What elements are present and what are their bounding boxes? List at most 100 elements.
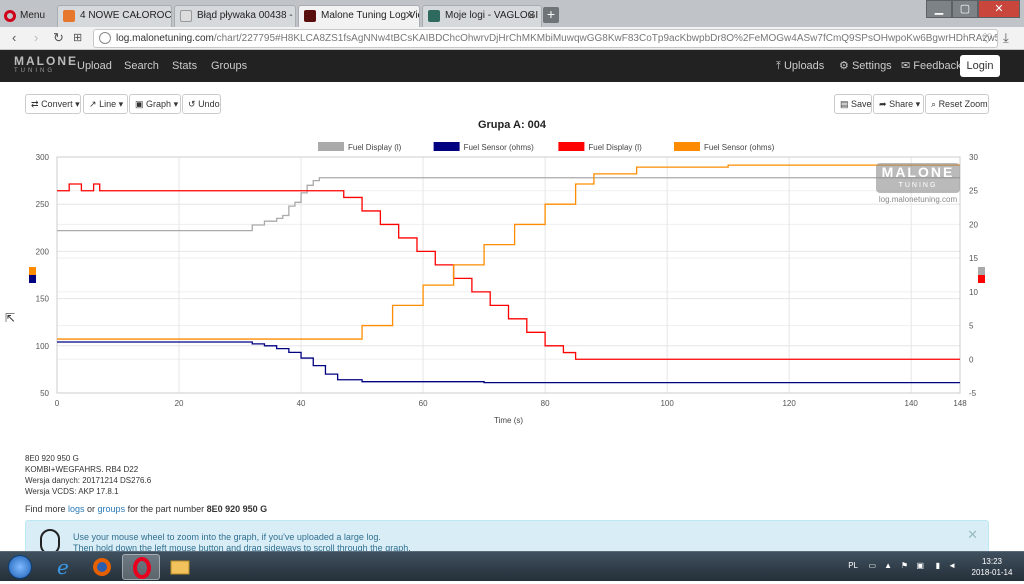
- line-dropdown[interactable]: ↗ Line ▾: [83, 94, 128, 114]
- graph-label: Graph: [146, 99, 172, 109]
- info-line: Wersja VCDS: AKP 17.8.1: [25, 487, 119, 496]
- nav-uploads-label: Uploads: [783, 60, 825, 72]
- nav-settings[interactable]: ⚙ Settings: [839, 50, 892, 82]
- y-right-tick-label: -5: [969, 389, 977, 398]
- close-tab-icon[interactable]: ✕: [405, 6, 414, 26]
- speed-dial-icon[interactable]: ⊞: [73, 30, 82, 46]
- reset-zoom-button[interactable]: ⌕ Reset Zoom: [925, 94, 989, 114]
- log-chart[interactable]: 50100150200250300-50510152025300 20 40 60 80…: [0, 136, 1024, 428]
- browser-tab[interactable]: 4 NOWE CAŁOROCZNE O: [57, 5, 172, 27]
- download-icon[interactable]: ⤓: [1003, 30, 1009, 46]
- device-icon[interactable]: ▣: [916, 561, 924, 570]
- flag-icon[interactable]: ⚑: [901, 561, 908, 570]
- minimize-icon[interactable]: ▁: [926, 0, 952, 18]
- find-more-text: Find more logs or groups for the part nu…: [25, 504, 267, 514]
- graph-dropdown[interactable]: ▣ Graph ▾: [129, 94, 181, 114]
- tab-title: Moje logi - VAGLOGI: [445, 10, 539, 21]
- convert-dropdown[interactable]: ⇄ Convert ▾: [25, 94, 81, 114]
- y-right-tick-label: 5: [969, 322, 974, 331]
- vaglogi-favicon-icon: [428, 10, 440, 22]
- zoom-icon: ⌕: [931, 99, 937, 109]
- x-tick-label: 140: [905, 399, 919, 408]
- keyboard-icon[interactable]: ▭: [868, 561, 876, 570]
- tray-arrow-icon[interactable]: ▲: [884, 561, 892, 570]
- y-right-tick-label: 20: [969, 220, 978, 229]
- right-axis-marker: [978, 275, 985, 283]
- opera-taskbar-icon[interactable]: [122, 554, 160, 580]
- windows-taskbar: e PL ▭ ▲ ⚑ ▣ ▮ ◄ 13:23 2018-01-14: [0, 551, 1024, 581]
- volume-icon[interactable]: ◄: [948, 561, 956, 570]
- nav-search[interactable]: Search: [124, 50, 159, 82]
- mouse-cursor-icon: ⇱: [5, 311, 16, 325]
- firefox-icon[interactable]: [83, 554, 121, 580]
- url-host: log.malonetuning.com: [116, 33, 214, 44]
- watermark-logo-text: MALONE: [881, 164, 955, 180]
- browser-tab-active[interactable]: Malone Tuning Log Viewe ✕: [298, 5, 420, 27]
- allegro-favicon-icon: [63, 10, 75, 22]
- reload-icon[interactable]: ↻: [53, 30, 64, 46]
- caret-down-icon: ▾: [75, 99, 80, 109]
- share-icon: ➦: [879, 99, 887, 109]
- nav-feedback-label: Feedback: [913, 60, 962, 72]
- y-left-tick-label: 50: [40, 389, 49, 398]
- share-dropdown[interactable]: ➦ Share ▾: [873, 94, 924, 114]
- nav-uploads[interactable]: ⤒ Uploads: [776, 50, 824, 82]
- close-window-icon[interactable]: ✕: [978, 0, 1020, 18]
- tab-title: 4 NOWE CAŁOROCZNE O: [80, 10, 172, 21]
- envelope-icon: ✉: [901, 60, 911, 72]
- x-tick-label: 60: [419, 399, 428, 408]
- right-axis-marker: [978, 267, 985, 275]
- internet-explorer-icon[interactable]: e: [45, 554, 83, 580]
- malone-favicon-icon: [304, 10, 316, 22]
- site-info-icon[interactable]: [99, 32, 111, 44]
- info-line: 8E0 920 950 G: [25, 454, 79, 463]
- url-input[interactable]: log.malonetuning.com/chart/227795#H8KLCA…: [93, 29, 998, 48]
- legend-swatch: [433, 142, 460, 151]
- nav-upload[interactable]: Upload: [77, 50, 112, 82]
- undo-button[interactable]: ↺ Undo: [182, 94, 221, 114]
- save-button[interactable]: ▤ Save: [834, 94, 872, 114]
- browser-tab[interactable]: Moje logi - VAGLOGI ✕: [422, 5, 542, 27]
- file-explorer-icon[interactable]: [161, 554, 199, 580]
- x-tick-label: 120: [782, 399, 796, 408]
- nav-groups[interactable]: Groups: [211, 50, 247, 82]
- groups-link[interactable]: groups: [98, 504, 126, 514]
- login-button[interactable]: Login: [960, 55, 1000, 77]
- caret-down-icon: ▾: [915, 99, 921, 109]
- tab-title: Błąd pływaka 00438 - Aud: [197, 10, 295, 21]
- clock-time: 13:23: [981, 557, 1003, 566]
- x-tick-label: 40: [297, 399, 306, 408]
- y-right-tick-label: 15: [969, 254, 978, 263]
- legend-label: Fuel Display (l): [348, 143, 402, 152]
- back-icon[interactable]: ‹: [12, 30, 16, 46]
- x-tick-label: 20: [175, 399, 184, 408]
- clock-date: 2018-01-14: [971, 568, 1013, 577]
- watermark-url: log.malonetuning.com: [878, 195, 958, 204]
- opera-menu-button[interactable]: Menu: [0, 5, 55, 27]
- chart-title: Grupa A: 004: [477, 119, 547, 131]
- start-button[interactable]: [8, 555, 32, 579]
- caret-down-icon: ▾: [173, 99, 179, 109]
- maximize-icon[interactable]: ▢: [952, 0, 978, 18]
- clock[interactable]: 13:23 2018-01-14: [968, 556, 1016, 578]
- nav-feedback[interactable]: ✉ Feedback: [901, 50, 962, 82]
- left-axis-marker: [29, 275, 36, 283]
- malone-tuning-logo[interactable]: MALONE TUNING: [14, 55, 78, 76]
- browser-tab[interactable]: Błąd pływaka 00438 - Aud: [174, 5, 296, 27]
- y-left-tick-label: 250: [36, 200, 50, 209]
- line-label: Line: [99, 99, 117, 109]
- legend-label: Fuel Display (l): [588, 143, 642, 152]
- bookmark-heart-icon[interactable]: ♡: [981, 30, 993, 47]
- nav-stats[interactable]: Stats: [172, 50, 197, 82]
- close-hint-icon[interactable]: ✕: [967, 528, 978, 541]
- browser-tab-bar: Menu 4 NOWE CAŁOROCZNE O Błąd pływaka 00…: [0, 0, 1024, 27]
- logs-link[interactable]: logs: [68, 504, 85, 514]
- forward-icon[interactable]: ›: [34, 30, 38, 46]
- part-number: 8E0 920 950 G: [206, 504, 268, 514]
- info-line: Wersja danych: 20171214 DS276.6: [25, 476, 152, 485]
- new-tab-button[interactable]: +: [543, 7, 559, 23]
- undo-label: Undo: [198, 99, 220, 109]
- network-icon[interactable]: ▮: [936, 561, 940, 570]
- close-tab-icon[interactable]: ✕: [527, 6, 536, 26]
- language-indicator[interactable]: PL: [848, 561, 858, 570]
